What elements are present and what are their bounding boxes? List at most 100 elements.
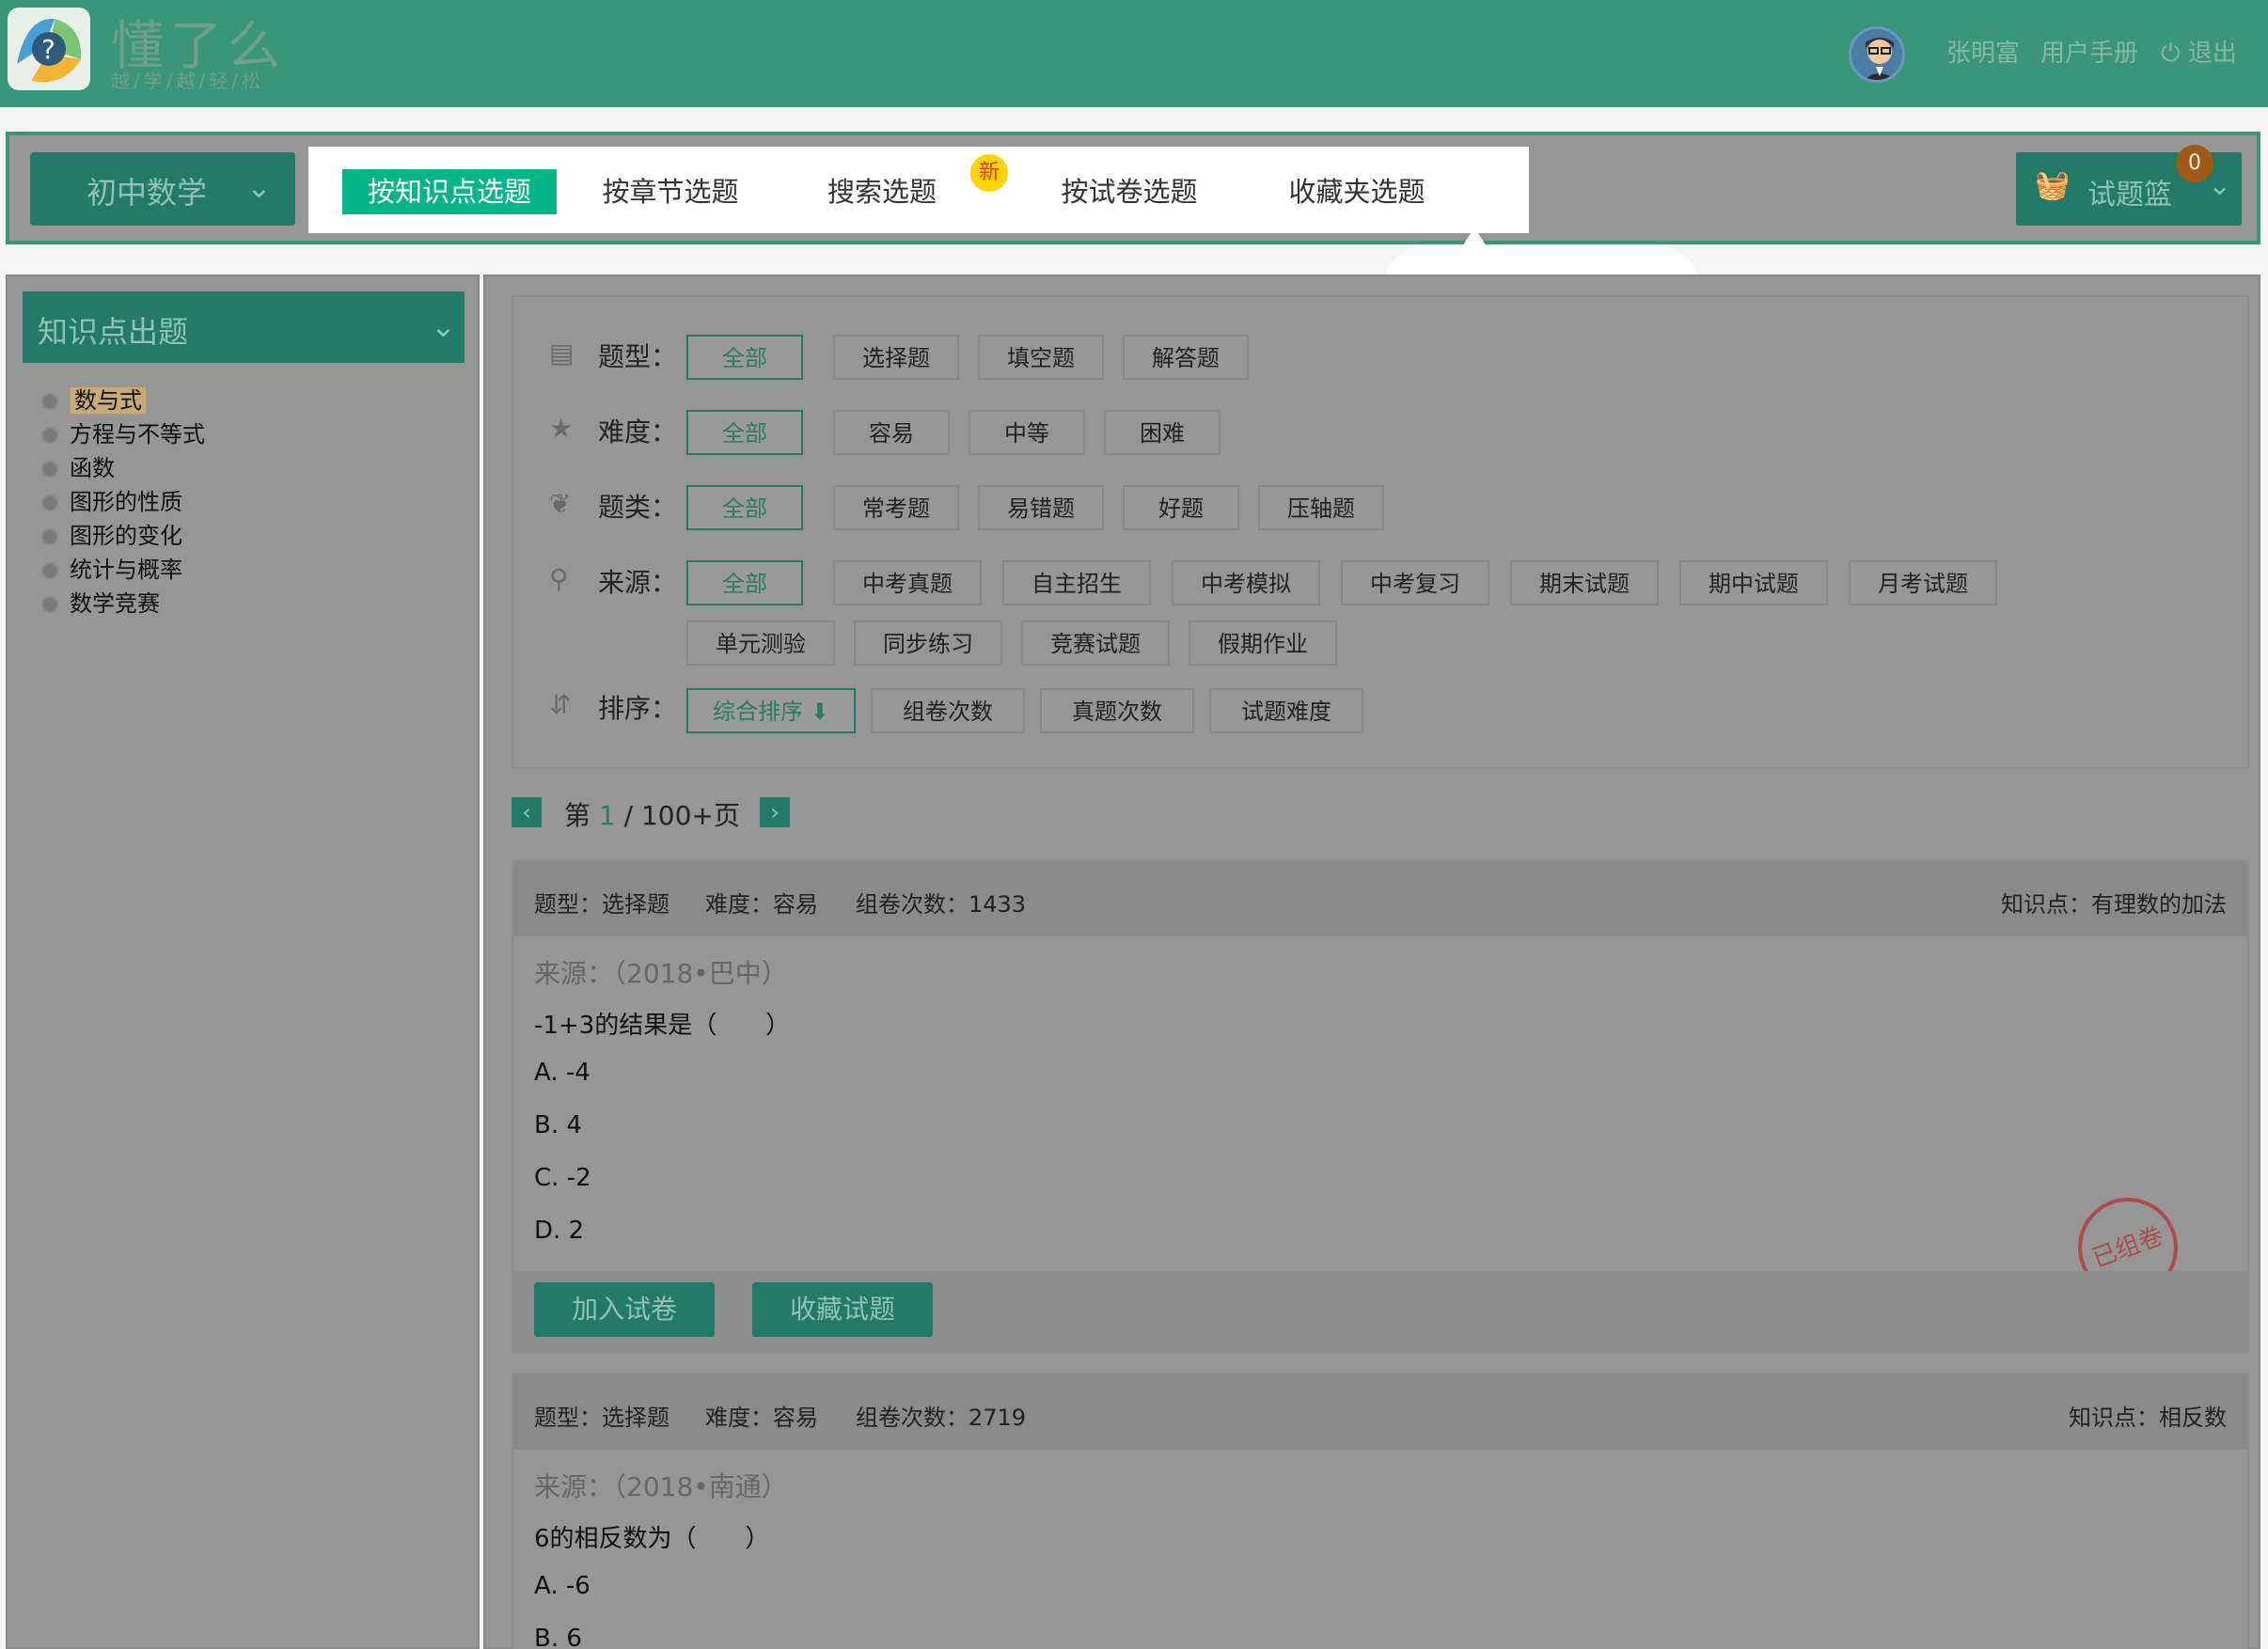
difficulty-label: 难度： (598, 416, 678, 448)
question-type: 题型：选择题 (534, 891, 669, 918)
tab-search[interactable]: 搜索选题 (816, 169, 948, 214)
question-difficulty: 难度：容易 (705, 891, 818, 918)
basket-label: 试题篮 (2087, 179, 2172, 212)
logo-icon[interactable]: ? (8, 8, 90, 90)
logo-subtitle: 越/学/越/轻/松 (111, 70, 264, 92)
filter-diff-hard[interactable]: 困难 (1104, 410, 1221, 455)
sidebar-item-competition[interactable]: 数学竞赛 (41, 585, 160, 618)
filter-src-contest[interactable]: 竞赛试题 (1021, 620, 1170, 666)
sidebar-item-numbers[interactable]: 数与式 (41, 382, 147, 415)
favorite-question-button[interactable]: 收藏试题 (752, 1282, 933, 1337)
filter-diff-all[interactable]: 全部 (686, 410, 803, 455)
filter-src-review[interactable]: 中考复习 (1341, 560, 1489, 605)
chevron-down-icon: ⌄ (431, 308, 456, 344)
sidebar-item-transforms[interactable]: 图形的变化 (41, 517, 182, 550)
selection-mode-tabs: 按知识点选题 按章节选题 搜索选题 新 按试卷选题 收藏夹选题 (308, 147, 1529, 233)
question-knowledge[interactable]: 知识点：相反数 (2069, 1399, 2227, 1432)
user-manual-link[interactable]: 用户手册 (2040, 34, 2138, 69)
filter-src-unit[interactable]: 单元测验 (686, 620, 835, 666)
sort-comprehensive[interactable]: 综合排序 ⬇ (686, 688, 856, 733)
question-card: 题型：选择题 难度：容易 组卷次数：2719 知识点：相反数 来源：（2018•… (512, 1373, 2249, 1649)
star-icon: ★ (549, 413, 574, 444)
sidebar-header[interactable]: 知识点出题 ⌄ (23, 291, 465, 363)
tab-by-paper[interactable]: 按试卷选题 (1049, 169, 1209, 214)
subject-selector[interactable]: 初中数学 ⌄ (30, 152, 295, 226)
power-icon: ⏻ (2161, 39, 2181, 68)
filter-src-all[interactable]: 全部 (686, 560, 803, 605)
knowledge-sidebar: 知识点出题 ⌄ 数与式 方程与不等式 函数 图形的性质 图形的变化 统计与概率 … (6, 275, 480, 1649)
prev-page-button[interactable]: ‹ (512, 797, 542, 827)
next-page-button[interactable]: › (760, 797, 790, 827)
filter-diff-medium[interactable]: 中等 (969, 410, 1085, 455)
filter-cat-common[interactable]: 常考题 (833, 485, 959, 530)
filter-type-fill[interactable]: 填空题 (978, 335, 1104, 380)
filter-type-answer[interactable]: 解答题 (1123, 335, 1249, 380)
type-label: 题型： (598, 341, 678, 372)
filter-type-all[interactable]: 全部 (686, 335, 803, 380)
logout-label: 退出 (2187, 39, 2237, 68)
filter-src-sync[interactable]: 同步练习 (854, 620, 1002, 666)
question-card: 题型：选择题 难度：容易 组卷次数：1433 知识点：有理数的加法 来源：（20… (512, 859, 2249, 1354)
question-meta: 题型：选择题 难度：容易 组卷次数：1433 知识点：有理数的加法 (513, 861, 2247, 936)
filter-src-final[interactable]: 期末试题 (1510, 560, 1659, 605)
question-knowledge[interactable]: 知识点：有理数的加法 (2001, 886, 2227, 919)
user-name-link[interactable]: 张明富 (1946, 34, 2020, 69)
filter-cat-final[interactable]: 压轴题 (1258, 485, 1384, 530)
filter-cat-good[interactable]: 好题 (1123, 485, 1239, 530)
question-option: D. 2 (534, 1217, 585, 1245)
filter-type-choice[interactable]: 选择题 (833, 335, 959, 380)
sidebar-title: 知识点出题 (38, 314, 189, 350)
question-usage-count: 组卷次数：1433 (856, 891, 1027, 918)
add-to-paper-button[interactable]: 加入试卷 (534, 1282, 715, 1337)
question-stem: -1+3的结果是（ ） (534, 1012, 791, 1040)
sort-usage-count[interactable]: 组卷次数 (871, 688, 1025, 733)
filter-diff-easy[interactable]: 容易 (833, 410, 950, 455)
top-header: ? 懂了么 越/学/越/轻/松 张明富 用户手册 ⏻ 退出 (0, 0, 2268, 107)
sort-real-count[interactable]: 真题次数 (1040, 688, 1194, 733)
filter-cat-error[interactable]: 易错题 (978, 485, 1104, 530)
node-icon (41, 562, 58, 579)
new-badge: 新 (970, 154, 1008, 192)
sort-difficulty[interactable]: 试题难度 (1209, 688, 1363, 733)
filter-src-mock[interactable]: 中考模拟 (1172, 560, 1320, 605)
sidebar-item-functions[interactable]: 函数 (41, 449, 115, 482)
question-stem: 6的相反数为（ ） (534, 1525, 770, 1553)
logout-link[interactable]: ⏻ 退出 (2161, 34, 2237, 69)
chevron-down-icon: ⌄ (2208, 169, 2232, 202)
nav-bar: 初中数学 ⌄ 按知识点选题 按章节选题 搜索选题 新 按试卷选题 收藏夹选题 🧺… (6, 132, 2260, 244)
node-icon (41, 528, 58, 545)
filter-src-monthly[interactable]: 月考试题 (1849, 560, 1997, 605)
sort-icon: ⇵ (549, 689, 572, 720)
sidebar-item-equations[interactable]: 方程与不等式 (41, 416, 205, 448)
node-icon (41, 393, 58, 410)
filter-panel: ▤ 题型： 全部 选择题 填空题 解答题 ★ 难度： 全部 容易 中等 困难 ❦… (512, 295, 2249, 769)
user-avatar[interactable] (1849, 26, 1905, 83)
question-option: B. 4 (534, 1111, 582, 1139)
filter-src-holiday[interactable]: 假期作业 (1189, 620, 1337, 666)
tab-by-chapter[interactable]: 按章节选题 (591, 169, 750, 214)
tab-by-knowledge[interactable]: 按知识点选题 (342, 169, 557, 214)
tab-favorites[interactable]: 收藏夹选题 (1277, 169, 1437, 214)
question-option: A. -4 (534, 1059, 591, 1087)
sidebar-item-shape-props[interactable]: 图形的性质 (41, 483, 182, 516)
question-meta: 题型：选择题 难度：容易 组卷次数：2719 知识点：相反数 (513, 1374, 2247, 1450)
filter-src-independent[interactable]: 自主招生 (1002, 560, 1151, 605)
main-panel: ▤ 题型： 全部 选择题 填空题 解答题 ★ 难度： 全部 容易 中等 困难 ❦… (483, 275, 2260, 1649)
question-option: A. -6 (534, 1572, 591, 1600)
question-source: 来源：（2018•巴中） (534, 958, 788, 989)
filter-cat-all[interactable]: 全部 (686, 485, 803, 530)
node-icon (41, 495, 58, 511)
sidebar-item-statistics[interactable]: 统计与概率 (41, 551, 182, 584)
question-difficulty: 难度：容易 (705, 1405, 818, 1431)
page-indicator: 第 1 / 100+页 (564, 800, 740, 831)
filter-src-zhongkao[interactable]: 中考真题 (833, 560, 982, 605)
current-page: 1 (598, 800, 616, 831)
filter-src-midterm[interactable]: 期中试题 (1679, 560, 1828, 605)
question-actions: 加入试卷 收藏试题 (513, 1271, 2247, 1354)
source-label: 来源： (598, 567, 678, 598)
svg-text:?: ? (41, 34, 55, 65)
basket-icon: 🧺 (2035, 169, 2071, 202)
node-icon (41, 427, 58, 444)
question-type: 题型：选择题 (534, 1405, 669, 1431)
calendar-icon: ▤ (549, 338, 575, 369)
